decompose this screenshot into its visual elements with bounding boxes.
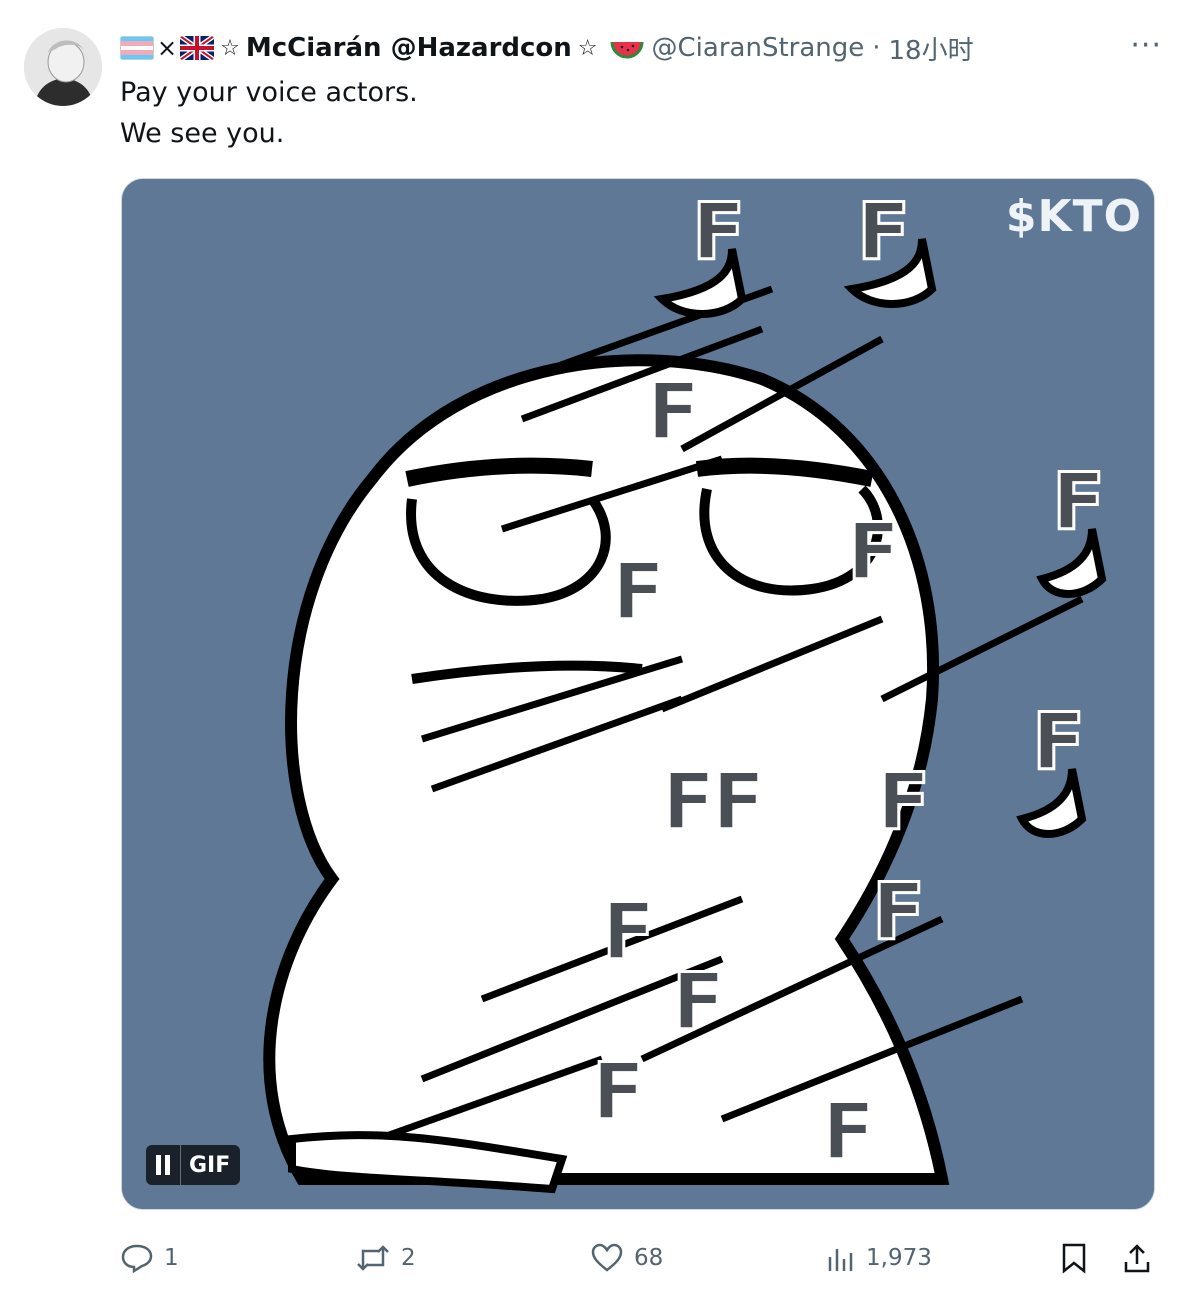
tweet-text-line: We see you. — [120, 118, 285, 149]
views-count: 1,973 — [866, 1245, 932, 1271]
watermelon-icon — [610, 37, 644, 59]
timestamp[interactable]: 18小时 — [889, 30, 974, 67]
svg-text:F: F — [857, 188, 910, 278]
star-icon: ☆ — [220, 35, 240, 61]
user-handle[interactable]: @CiaranStrange — [652, 33, 865, 63]
tweet-media-gif[interactable]: F F F F F F F F F F F F F F F $KTO GIF — [121, 178, 1155, 1210]
gif-label: GIF — [189, 1152, 231, 1178]
retweet-icon — [357, 1245, 389, 1271]
tweet-text-line: Pay your voice actors. — [120, 77, 418, 108]
tweet-actions: 1 2 68 1,973 — [0, 1236, 1188, 1280]
svg-text:F: F — [612, 548, 665, 638]
svg-text:F: F — [872, 868, 925, 958]
like-button[interactable]: 68 — [590, 1236, 663, 1280]
like-count: 68 — [634, 1245, 664, 1271]
heart-icon — [591, 1243, 623, 1272]
gif-badge[interactable]: GIF — [146, 1145, 241, 1185]
svg-text:F: F — [592, 1048, 645, 1138]
views-button[interactable]: 1,973 — [826, 1236, 932, 1280]
pause-icon[interactable] — [146, 1145, 181, 1185]
svg-text:F: F — [647, 368, 700, 458]
svg-text:F: F — [662, 758, 715, 848]
reply-icon — [121, 1244, 153, 1273]
watermark: $KTO — [1005, 191, 1142, 242]
more-options-button[interactable]: ··· — [1130, 28, 1162, 63]
tweet-text: Pay your voice actors. We see you. — [120, 72, 418, 154]
svg-text:F: F — [1032, 698, 1085, 788]
share-icon — [1124, 1244, 1150, 1273]
separator-dot: · — [872, 33, 881, 63]
svg-text:F: F — [602, 888, 655, 978]
retweet-count: 2 — [401, 1245, 416, 1271]
reply-count: 1 — [164, 1245, 179, 1271]
svg-text:F: F — [672, 958, 725, 1048]
retweet-button[interactable]: 2 — [355, 1236, 416, 1280]
bookmark-button[interactable] — [1060, 1236, 1088, 1280]
cross-icon: × — [157, 34, 178, 62]
uk-flag-icon — [180, 36, 215, 60]
bookmark-icon — [1062, 1243, 1086, 1274]
views-chart-icon — [828, 1249, 853, 1271]
svg-text:F: F — [847, 508, 900, 598]
tweet-header: × ☆ McCiarán @Hazardcon ☆ @CiaranStrange… — [120, 30, 974, 66]
transgender-flag-icon — [120, 36, 154, 60]
meme-illustration: F F F F F F F F F F F F F F F — [122, 179, 1154, 1209]
display-name[interactable]: McCiarán @Hazardcon — [246, 33, 572, 63]
svg-text:F: F — [822, 1088, 875, 1178]
star-icon: ☆ — [577, 35, 598, 61]
share-button[interactable] — [1122, 1236, 1152, 1280]
svg-text:F: F — [1052, 458, 1105, 548]
svg-text:F: F — [712, 758, 765, 848]
reply-button[interactable]: 1 — [120, 1236, 179, 1280]
svg-text:F: F — [877, 758, 930, 848]
svg-text:F: F — [692, 188, 745, 278]
avatar[interactable] — [24, 28, 102, 106]
